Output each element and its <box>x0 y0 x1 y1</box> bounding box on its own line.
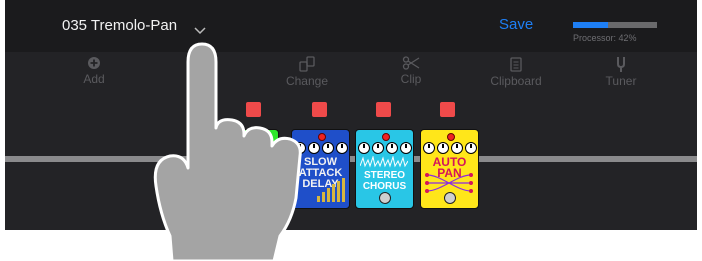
pointing-hand-icon <box>153 42 302 261</box>
